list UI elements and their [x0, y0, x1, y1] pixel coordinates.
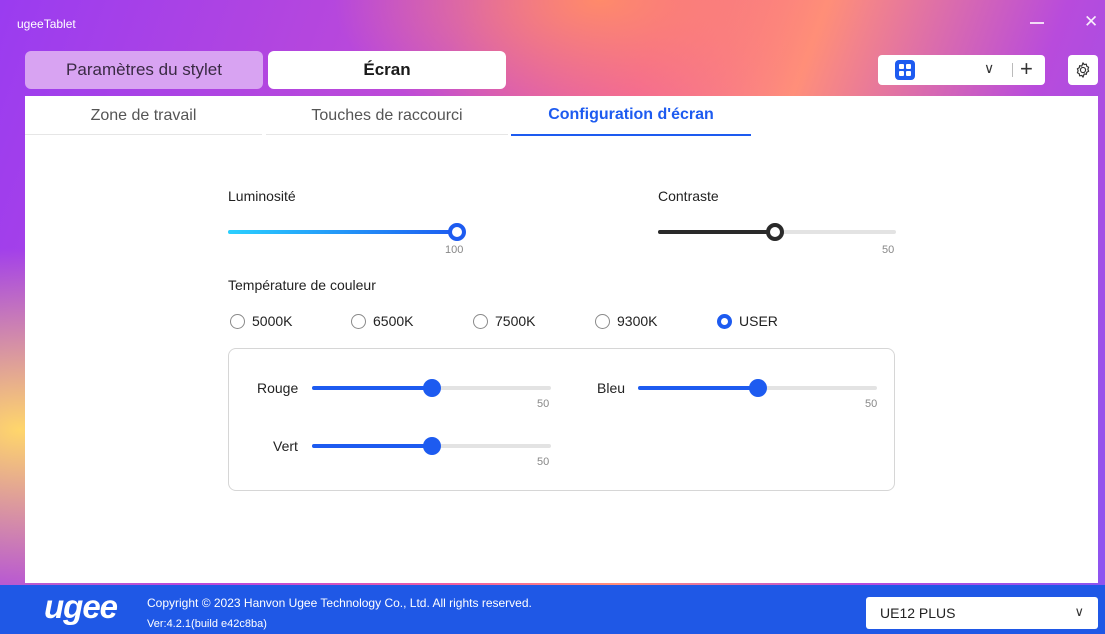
green-fill	[312, 444, 432, 448]
close-icon[interactable]: ✕	[1084, 12, 1098, 32]
divider	[1012, 63, 1013, 77]
contrast-handle[interactable]	[766, 223, 784, 241]
contrast-value: 50	[882, 244, 895, 256]
blue-label: Bleu	[597, 380, 626, 396]
red-label: Rouge	[257, 380, 299, 396]
blue-value: 50	[865, 398, 878, 410]
model-dropdown[interactable]: UE12 PLUS ∨	[866, 597, 1098, 629]
tab-underline	[266, 134, 508, 135]
radio-circle-selected	[717, 313, 732, 329]
radio-label: 7500K	[495, 313, 536, 329]
brightness-fill	[228, 230, 458, 234]
footer: ugee Copyright © 2023 Hanvon Ugee Techno…	[0, 585, 1105, 634]
chevron-down-icon: ∨	[1074, 604, 1084, 619]
radio-label: 6500K	[373, 313, 414, 329]
title-bar: ugeeTablet ✕	[0, 0, 1105, 42]
contrast-label: Contraste	[658, 188, 719, 204]
radio-5000k[interactable]: 5000K	[230, 313, 292, 329]
app-window: ugeeTablet ✕ Paramètres du stylet Écran …	[0, 0, 1105, 634]
radio-label: USER	[739, 313, 778, 329]
green-value: 50	[537, 456, 550, 468]
color-temperature-label: Température de couleur	[228, 277, 376, 293]
red-value: 50	[537, 398, 550, 410]
radio-9300k[interactable]: 9300K	[595, 313, 657, 329]
gear-icon	[1076, 62, 1090, 78]
brightness-handle[interactable]	[448, 223, 466, 241]
radio-circle	[473, 313, 488, 329]
radio-7500k[interactable]: 7500K	[473, 313, 535, 329]
user-rgb-panel	[228, 348, 895, 491]
red-handle[interactable]	[423, 379, 441, 397]
add-device-button[interactable]: +	[1020, 56, 1033, 82]
device-selector[interactable]: ∨ +	[878, 55, 1045, 85]
chevron-down-icon[interactable]: ∨	[984, 60, 994, 77]
version-text: Ver:4.2.1(build e42c8ba)	[147, 618, 267, 630]
red-fill	[312, 386, 432, 390]
tab-screen-config[interactable]: Configuration d'écran	[511, 96, 751, 136]
blue-fill	[638, 386, 758, 390]
tab-pen-settings[interactable]: Paramètres du stylet	[25, 51, 263, 89]
copyright-text: Copyright © 2023 Hanvon Ugee Technology …	[147, 596, 532, 610]
tab-screen[interactable]: Écran	[268, 51, 506, 89]
model-value: UE12 PLUS	[880, 605, 956, 621]
brightness-value: 100	[445, 244, 464, 256]
tablet-grid-icon	[895, 60, 915, 80]
tab-work-area[interactable]: Zone de travail	[25, 96, 262, 136]
blue-handle[interactable]	[749, 379, 767, 397]
radio-label: 9300K	[617, 313, 658, 329]
radio-user[interactable]: USER	[717, 313, 778, 329]
settings-button[interactable]	[1068, 55, 1098, 85]
app-title: ugeeTablet	[17, 17, 76, 31]
brightness-slider[interactable]	[228, 230, 458, 234]
content-panel	[25, 96, 1098, 583]
tab-underline	[25, 134, 262, 135]
green-handle[interactable]	[423, 437, 441, 455]
green-label: Vert	[273, 438, 298, 454]
radio-6500k[interactable]: 6500K	[351, 313, 413, 329]
contrast-fill	[658, 230, 777, 234]
radio-label: 5000K	[252, 313, 293, 329]
minimize-icon[interactable]	[1030, 22, 1044, 24]
radio-circle	[351, 313, 366, 329]
radio-circle	[230, 313, 245, 329]
ugee-logo: ugee	[44, 588, 118, 625]
brightness-label: Luminosité	[228, 188, 296, 204]
tab-shortcut-keys[interactable]: Touches de raccourci	[266, 96, 508, 136]
radio-circle	[595, 313, 610, 329]
